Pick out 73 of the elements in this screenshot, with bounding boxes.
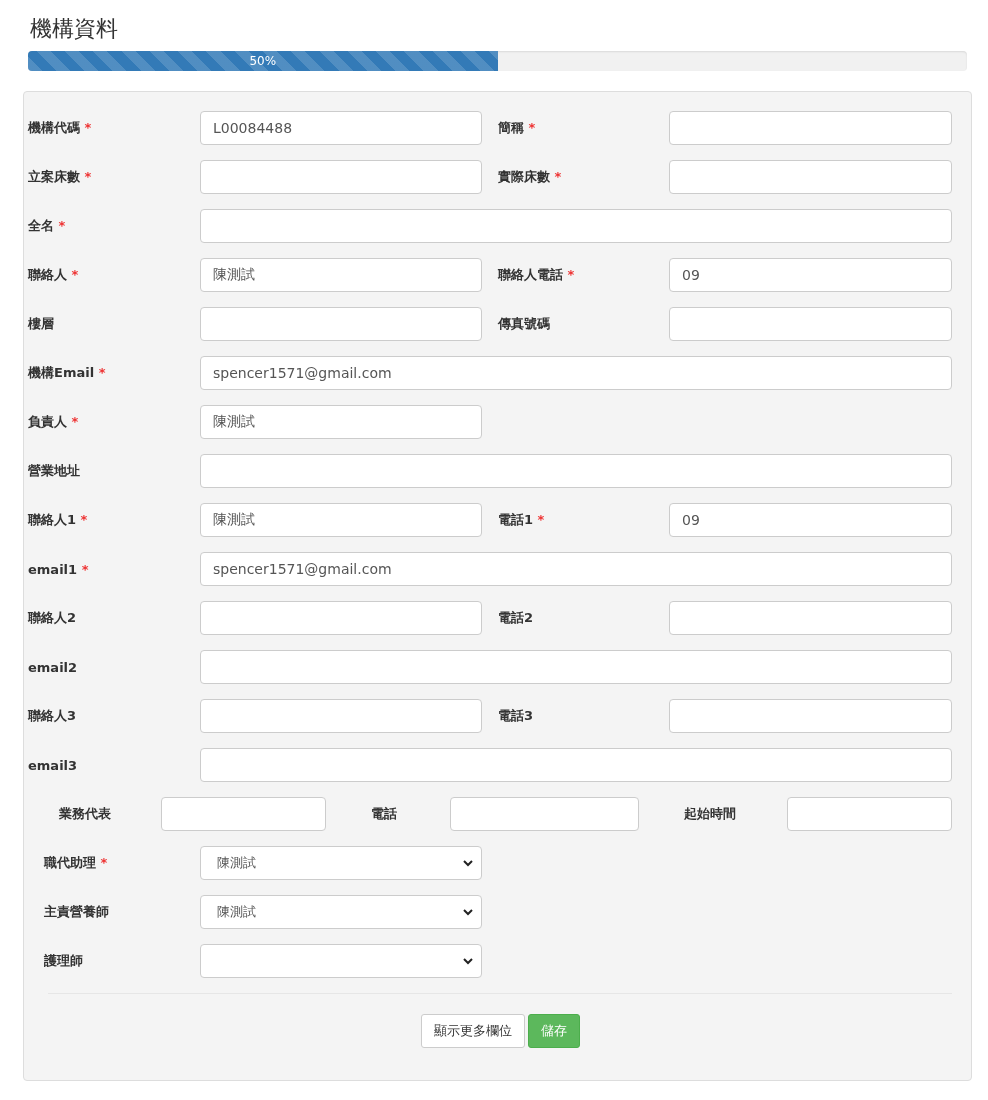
required-mark: *: [554, 169, 562, 184]
field-label: 電話2: [498, 610, 534, 625]
select-field[interactable]: 陳測試: [200, 846, 482, 880]
select-field[interactable]: [200, 944, 482, 978]
chevron-down-icon: [463, 859, 473, 867]
text-field[interactable]: [200, 650, 952, 684]
field-label: 職代助理: [44, 855, 96, 870]
text-field[interactable]: [669, 307, 952, 341]
field-label: 聯絡人: [28, 267, 67, 282]
page-title: 機構資料: [30, 15, 119, 43]
required-mark: *: [567, 267, 575, 282]
field-label: 全名: [28, 218, 54, 233]
field-label: 電話: [371, 806, 397, 821]
field-label: 聯絡人3: [28, 708, 77, 723]
field-label: 營業地址: [28, 463, 80, 478]
progress-label: 50%: [249, 54, 277, 68]
text-field[interactable]: [669, 160, 952, 194]
field-label: 業務代表: [59, 806, 111, 821]
text-field[interactable]: spencer1571@gmail.com: [200, 356, 952, 390]
text-field[interactable]: 09: [669, 258, 952, 292]
field-label: 負責人: [28, 414, 67, 429]
text-field[interactable]: [669, 699, 952, 733]
required-mark: *: [58, 218, 66, 233]
field-label: 樓層: [28, 316, 54, 331]
text-field[interactable]: [787, 797, 952, 831]
field-label: 傳真號碼: [498, 316, 550, 331]
field-label: 立案床數: [28, 169, 80, 184]
show-more-button[interactable]: 顯示更多欄位: [420, 1014, 525, 1048]
text-field[interactable]: [200, 454, 952, 488]
required-mark: *: [81, 561, 89, 577]
required-mark: *: [71, 414, 79, 429]
text-field[interactable]: [200, 209, 952, 243]
field-label: 簡稱: [498, 120, 524, 135]
text-field[interactable]: 陳測試: [200, 503, 482, 537]
required-mark: *: [84, 120, 92, 135]
text-field[interactable]: [200, 748, 952, 782]
chevron-down-icon: [463, 908, 473, 916]
required-mark: *: [84, 169, 92, 184]
field-label: 聯絡人電話: [498, 267, 563, 282]
text-field[interactable]: spencer1571@gmail.com: [200, 552, 952, 586]
field-label: 護理師: [44, 953, 83, 968]
field-label: email1: [28, 561, 78, 577]
field-label: 實際床數: [498, 169, 550, 184]
select-field[interactable]: 陳測試: [200, 895, 482, 929]
text-field[interactable]: [200, 699, 482, 733]
required-mark: *: [537, 512, 545, 527]
chevron-down-icon: [463, 957, 473, 965]
required-mark: *: [98, 365, 106, 380]
text-field[interactable]: [669, 111, 952, 145]
field-label: 機構代碼: [28, 120, 80, 135]
text-field[interactable]: [200, 601, 482, 635]
field-label: email3: [28, 757, 78, 773]
field-label: email2: [28, 659, 78, 675]
field-label: 起始時間: [684, 806, 736, 821]
text-field[interactable]: [450, 797, 639, 831]
field-label: 主責營養師: [44, 904, 109, 919]
field-label: 聯絡人2: [28, 610, 77, 625]
text-field[interactable]: [200, 160, 482, 194]
required-mark: *: [100, 855, 108, 870]
text-field[interactable]: [669, 601, 952, 635]
field-label: 聯絡人1: [28, 512, 77, 527]
required-mark: *: [528, 120, 536, 135]
text-field[interactable]: 陳測試: [200, 405, 482, 439]
text-field[interactable]: [161, 797, 326, 831]
text-field[interactable]: 09: [669, 503, 952, 537]
text-field[interactable]: [200, 307, 482, 341]
text-field[interactable]: 陳測試: [200, 258, 482, 292]
required-mark: *: [80, 512, 88, 527]
field-label: 機構Email: [28, 365, 95, 380]
text-field[interactable]: L00084488: [200, 111, 482, 145]
field-label: 電話3: [498, 708, 534, 723]
field-label: 電話1: [498, 512, 534, 527]
required-mark: *: [71, 267, 79, 282]
